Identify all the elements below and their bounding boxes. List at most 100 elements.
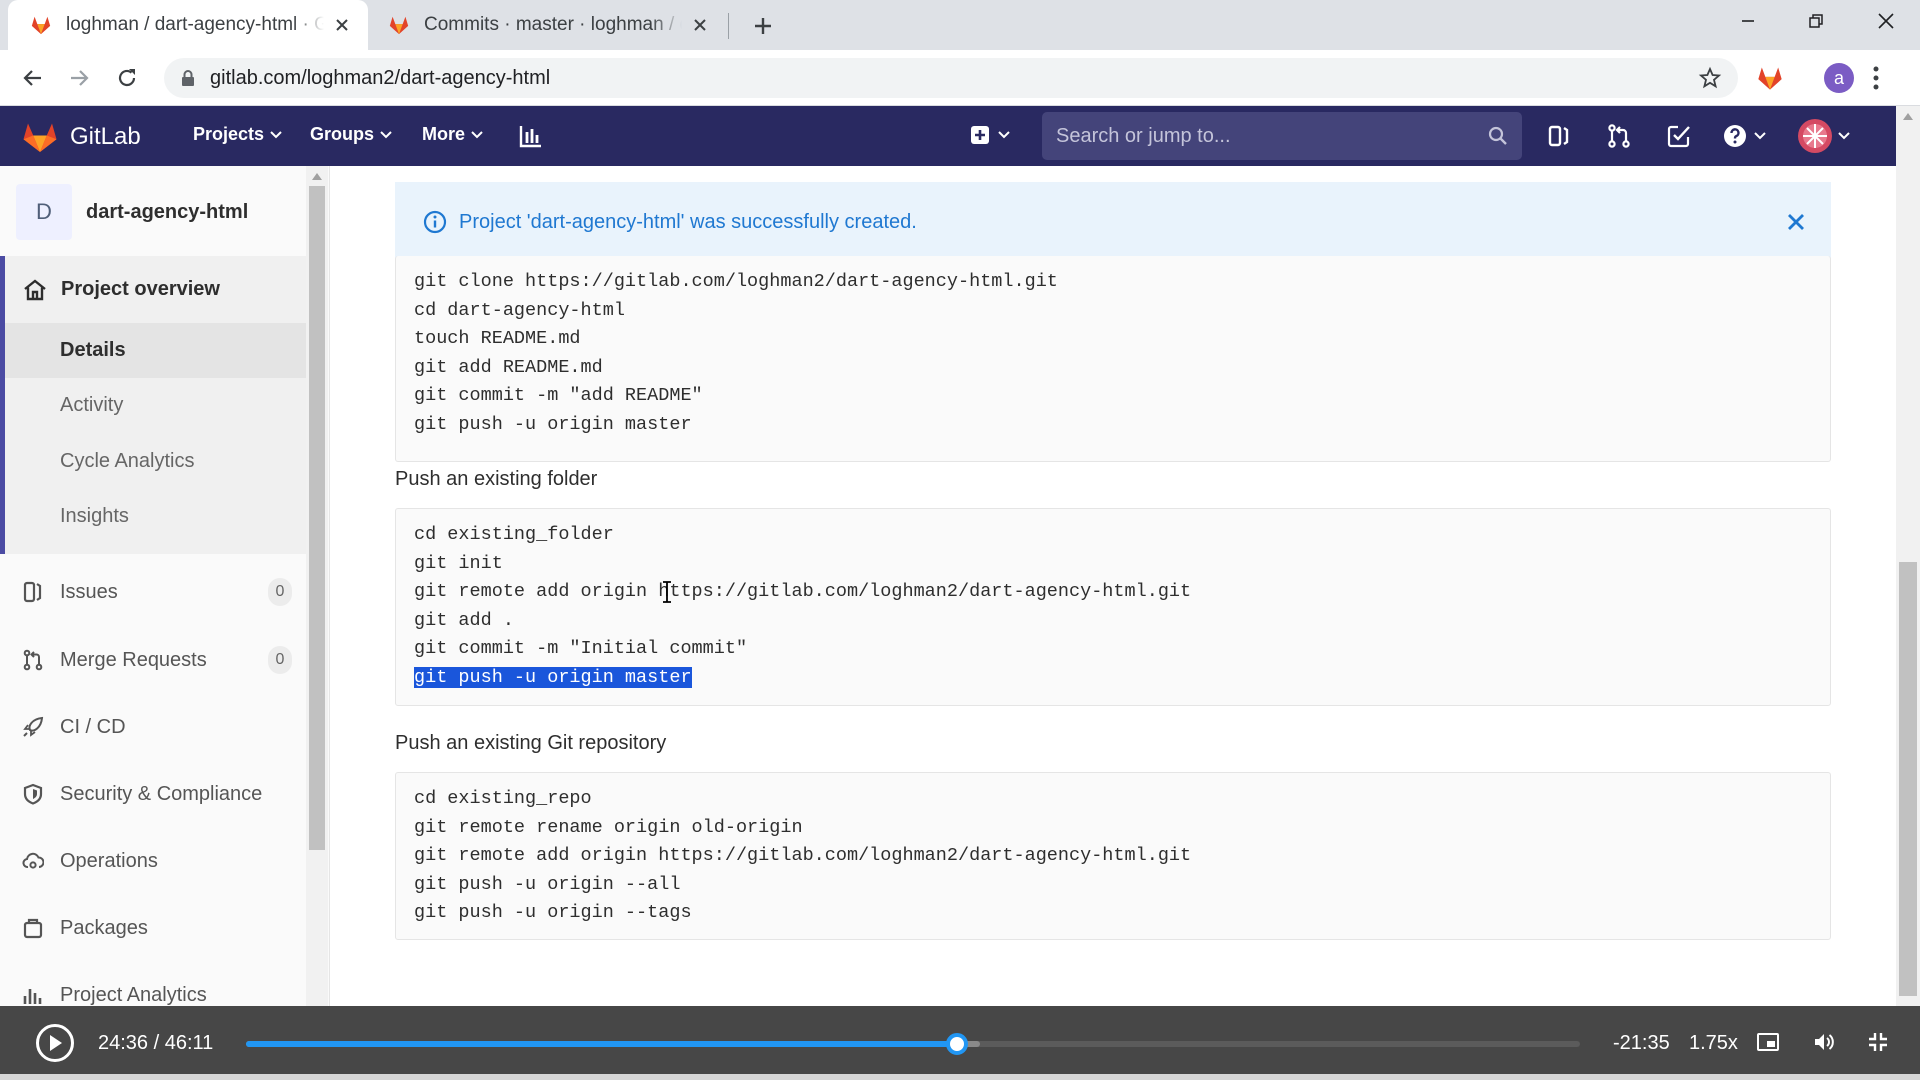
tab-close-icon[interactable] — [688, 13, 712, 37]
gitlab-brand: GitLab — [70, 123, 141, 150]
sidebar-subitem-activity[interactable]: Activity — [5, 378, 306, 433]
sidebar-subitem-details[interactable]: Details — [5, 323, 306, 378]
code-block-new-repository[interactable]: git clone https://gitlab.com/loghman2/da… — [395, 256, 1831, 462]
code-line: git commit -m "add README" — [414, 382, 1812, 411]
code-line: git commit -m "Initial commit" — [414, 635, 1812, 664]
sidebar-scrollbar[interactable] — [306, 166, 328, 1006]
chevron-down-icon — [471, 130, 483, 138]
page-scrollbar-thumb[interactable] — [1899, 562, 1917, 996]
issues-icon[interactable] — [1546, 123, 1572, 149]
browser-tab-strip: loghman / dart-agency-html · GitLab Comm… — [0, 0, 1920, 50]
code-line: cd existing_repo — [414, 785, 1812, 814]
code-line-text: git add . — [414, 609, 514, 631]
search-placeholder: Search or jump to... — [1056, 124, 1231, 147]
more-menu[interactable]: More — [422, 124, 483, 145]
merge-request-icon — [23, 649, 43, 671]
arrow-left-icon — [23, 70, 41, 86]
menu-label: Projects — [193, 124, 265, 144]
sidebar-scrollbar-thumb[interactable] — [309, 186, 325, 850]
cloud-gear-icon — [22, 852, 44, 869]
browser-tab-commits[interactable]: Commits · master · loghman / dart-agency… — [366, 0, 726, 50]
help-icon — [1724, 125, 1746, 147]
sidebar-project-header[interactable]: D dart-agency-html — [16, 184, 248, 240]
merge-requests-count-badge: 0 — [268, 646, 292, 674]
code-block-existing-folder[interactable]: cd existing_folder git init git remote add… — [395, 508, 1831, 706]
gitlab-home-link[interactable]: GitLab — [22, 120, 141, 154]
scroll-up-arrow-icon — [312, 173, 322, 180]
code-line-text: git remote add origin https://gitlab.com… — [414, 845, 1192, 867]
package-icon — [23, 918, 43, 939]
code-line: git push -u origin master — [414, 664, 1812, 693]
sidebar-item-project-analytics[interactable]: Project Analytics — [22, 975, 292, 1006]
code-line: git remote rename origin old-origin — [414, 814, 1812, 843]
sidebar-subitem-cycle-analytics[interactable]: Cycle Analytics — [5, 434, 306, 489]
code-line: cd dart-agency-html — [414, 297, 1812, 326]
arrow-right-icon — [71, 70, 89, 86]
projects-menu[interactable]: Projects — [193, 124, 282, 145]
page-scrollbar[interactable] — [1896, 106, 1920, 1006]
todo-icon[interactable] — [1666, 123, 1692, 149]
gitlab-navbar: GitLab Projects Groups More Search or ju… — [0, 106, 1896, 166]
address-bar[interactable]: gitlab.com/loghman2/dart-agency-html — [164, 58, 1738, 98]
groups-menu[interactable]: Groups — [310, 124, 392, 145]
restore-button[interactable] — [1782, 0, 1850, 42]
reload-button[interactable] — [110, 61, 144, 95]
help-dropdown[interactable] — [1722, 123, 1766, 149]
sidebar-item-security-compliance[interactable]: Security & Compliance — [22, 774, 292, 814]
code-line: git push -u origin --tags — [414, 899, 1812, 928]
search-icon — [1488, 126, 1508, 146]
info-icon — [423, 210, 447, 234]
close-window-button[interactable] — [1852, 0, 1920, 42]
sidebar-item-merge-requests[interactable]: Merge Requests 0 — [22, 640, 292, 680]
play-button[interactable] — [36, 1024, 74, 1062]
sidebar-item-label: CI / CD — [60, 715, 126, 738]
sidebar-item-packages[interactable]: Packages — [22, 908, 292, 948]
back-button[interactable] — [16, 61, 50, 95]
search-input[interactable]: Search or jump to... — [1042, 112, 1522, 160]
sidebar-item-operations[interactable]: Operations — [22, 841, 292, 881]
sidebar-item-label: Security & Compliance — [60, 782, 263, 805]
exit-fullscreen-icon[interactable] — [1866, 1030, 1890, 1054]
scroll-up-arrow-icon — [1903, 113, 1913, 120]
code-block-existing-repo[interactable]: cd existing_repo git remote rename origin… — [395, 772, 1831, 940]
flash-message: Project 'dart-agency-html' was successfu… — [459, 210, 917, 233]
sidebar-item-label: Operations — [60, 849, 158, 872]
new-tab-button[interactable] — [748, 11, 778, 41]
sidebar-subitem-insights[interactable]: Insights — [5, 489, 306, 544]
video-player-controls: 24:36 / 46:11 -21:35 1.75x — [0, 1006, 1920, 1080]
picture-in-picture-icon[interactable] — [1756, 1030, 1780, 1054]
user-menu-dropdown[interactable] — [1798, 119, 1850, 153]
new-item-dropdown[interactable] — [970, 125, 1010, 145]
browser-tab-gitlab-project[interactable]: loghman / dart-agency-html · GitLab — [8, 0, 368, 50]
activity-chart-icon[interactable] — [518, 123, 544, 149]
close-icon[interactable] — [1787, 213, 1805, 231]
sidebar-item-label: Details — [60, 339, 126, 361]
forward-button[interactable] — [62, 61, 96, 95]
gitlab-extension-icon[interactable] — [1756, 64, 1784, 92]
sidebar-item-label: Cycle Analytics — [60, 450, 195, 472]
playback-speed-button[interactable]: 1.75x — [1689, 1032, 1738, 1055]
sidebar-item-ci-cd[interactable]: CI / CD — [22, 707, 292, 747]
profile-avatar[interactable]: a — [1824, 63, 1854, 93]
code-line-text: git push -u origin --tags — [414, 902, 692, 924]
merge-request-icon[interactable] — [1606, 123, 1632, 149]
code-line: git add README.md — [414, 354, 1812, 383]
tab-close-icon[interactable] — [330, 13, 354, 37]
seek-bar[interactable] — [246, 1033, 1580, 1055]
code-line-text: git commit -m "add README" — [414, 385, 703, 407]
volume-icon[interactable] — [1812, 1030, 1836, 1054]
gitlab-logo-icon — [22, 120, 58, 154]
more-vert-icon[interactable] — [1872, 64, 1880, 92]
sidebar-item-project-overview[interactable]: Project overview — [23, 278, 220, 301]
playback-time: 24:36 / 46:11 — [98, 1032, 214, 1054]
code-line-text: git push -u origin master — [414, 666, 692, 688]
bookmark-star-icon[interactable] — [1698, 66, 1722, 90]
chevron-down-icon — [1838, 132, 1850, 140]
code-line-text: git remote add origin https://gitlab.com… — [414, 581, 1192, 603]
code-line-text: cd existing_folder — [414, 524, 614, 545]
minimize-button[interactable] — [1714, 0, 1782, 42]
code-line-text: git add README.md — [414, 356, 603, 378]
tab-title: loghman / dart-agency-html · GitLab — [66, 14, 325, 35]
sidebar-item-issues[interactable]: Issues 0 — [22, 572, 292, 612]
seek-bar-handle[interactable] — [945, 1033, 968, 1055]
